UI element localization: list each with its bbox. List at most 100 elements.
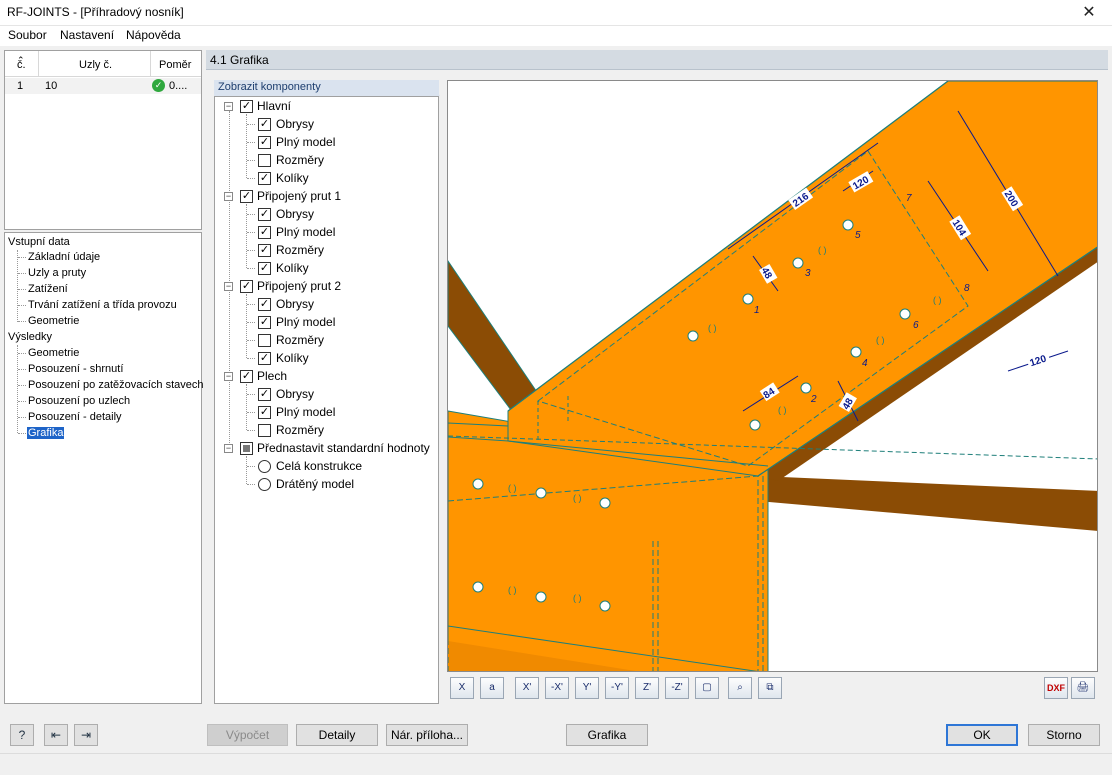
checkbox-plate-solid[interactable]: ✓ [258,406,271,419]
toolbar-button-view-x[interactable]: X' [515,677,539,699]
checkbox-member1-dimensions[interactable]: ✓ [258,244,271,257]
calculate-button[interactable]: Výpočet [207,724,288,746]
menu-settings[interactable]: Nastavení [60,28,114,42]
nav-group-input[interactable]: Vstupní data [8,236,70,248]
section-header: 4.1 Grafika [206,50,1108,70]
checkbox-main-dowels[interactable]: ✓ [258,172,271,185]
checkbox-member1[interactable]: ✓ [240,190,253,203]
toolbar-button-zoom[interactable]: ⌕ [728,677,752,699]
checkbox-member2-solid[interactable]: ✓ [258,316,271,329]
close-icon[interactable]: ✕ [1066,0,1112,26]
collapse-icon[interactable]: − [224,444,233,453]
toolbar-button-rendering[interactable]: X [450,677,474,699]
collapse-icon[interactable]: − [224,192,233,201]
main-solid-label: Plný model [276,135,336,149]
table-row[interactable]: 1 10 ✓ 0.... [5,78,201,94]
export-icon[interactable]: ⇥ [74,724,98,746]
checkbox-main[interactable]: ✓ [240,100,253,113]
collapse-icon[interactable]: − [224,102,233,111]
member2-outlines-label: Obrysy [276,297,315,311]
toolbar-button-view-minus-x[interactable]: -X' [545,677,569,699]
navigator-tree: Vstupní data Základní údaje Uzly a pruty… [4,232,204,704]
col-header-nodes[interactable]: Uzly č. [79,59,112,71]
member2-dimensions-label: Rozměry [276,333,325,347]
nav-item-geometry-results[interactable]: Geometrie [28,347,79,359]
wireframe-label: Drátěný model [276,477,355,491]
svg-text:( ): ( ) [933,295,942,305]
plate-dimensions-label: Rozměry [276,423,325,437]
menu-file[interactable]: Soubor [8,28,47,42]
pin-number-5: 5 [855,230,861,241]
member1-dowels-label: Kolíky [276,261,309,275]
graphics-button[interactable]: Grafika [566,724,648,746]
nav-item-loads[interactable]: Zatížení [28,283,68,295]
checkbox-main-solid[interactable]: ✓ [258,136,271,149]
checkbox-plate-outlines[interactable]: ✓ [258,388,271,401]
nav-item-load-duration[interactable]: Trvání zatížení a třída provozu [28,299,177,311]
menu-help[interactable]: Nápověda [126,28,181,42]
import-icon[interactable]: ⇤ [44,724,68,746]
ok-button[interactable]: OK [946,724,1018,746]
nav-item-design-by-loadcase[interactable]: Posouzení po zatěžovacích stavech [28,379,204,391]
collapse-icon[interactable]: − [224,282,233,291]
radio-whole-structure[interactable] [258,460,271,473]
checkbox-member2-dimensions[interactable] [258,334,271,347]
joint-3d-model[interactable]: ( ) ( ) ( ) ( ) ( ) ( ) ( ) ( ) ( ) 1 2 … [448,81,1098,672]
col-header-no[interactable]: č. [17,59,26,71]
title-bar: RF-JOINTS - [Příhradový nosník] ✕ [0,0,1112,26]
pin-number-6: 6 [913,320,919,331]
toolbar-button-view-y[interactable]: Y' [575,677,599,699]
checkbox-main-outlines[interactable]: ✓ [258,118,271,131]
checkbox-member2-dowels[interactable]: ✓ [258,352,271,365]
graphic-toolbar: X a X' -X' Y' -Y' Z' -Z' ▢ ⌕ ⧉ DXF 🖨 [447,674,1098,704]
radio-wireframe[interactable] [258,478,271,491]
checkbox-member2-outlines[interactable]: ✓ [258,298,271,311]
graphic-view[interactable]: ( ) ( ) ( ) ( ) ( ) ( ) ( ) ( ) ( ) 1 2 … [447,80,1098,672]
checkbox-member1-solid[interactable]: ✓ [258,226,271,239]
cancel-button[interactable]: Storno [1028,724,1100,746]
toolbar-button-view-minus-y[interactable]: -Y' [605,677,629,699]
row-ratio: 0.... [169,80,188,92]
pin-number-3: 3 [805,268,811,279]
nav-item-basic-data[interactable]: Základní údaje [28,251,100,263]
svg-text:( ): ( ) [508,585,517,595]
nav-item-design-by-node[interactable]: Posouzení po uzlech [28,395,130,407]
node-table: ⌃ č. Uzly č. Poměr 1 10 ✓ 0.... [4,50,202,230]
print-icon[interactable]: 🖨 [1071,677,1095,699]
collapse-icon[interactable]: − [224,372,233,381]
nav-item-geometry-input[interactable]: Geometrie [28,315,79,327]
details-button[interactable]: Detaily [296,724,378,746]
toolbar-button-dxf[interactable]: DXF [1044,677,1068,699]
svg-text:( ): ( ) [573,593,582,603]
checkbox-defaults[interactable] [240,442,253,455]
row-nodes: 10 [45,80,58,92]
nav-item-graphics[interactable]: Grafika [27,427,65,439]
group-main-label: Hlavní [257,99,292,113]
national-annex-button[interactable]: Nár. příloha... [386,724,468,746]
member2-solid-label: Plný model [276,315,336,329]
checkbox-main-dimensions[interactable] [258,154,271,167]
checkbox-member1-outlines[interactable]: ✓ [258,208,271,221]
checkbox-plate-dimensions[interactable] [258,424,271,437]
nav-group-results[interactable]: Výsledky [8,331,52,343]
toolbar-button-view-z[interactable]: Z' [635,677,659,699]
toolbar-button-labels[interactable]: a [480,677,504,699]
toolbar-button-isometric[interactable]: ▢ [695,677,719,699]
toolbar-button-copy[interactable]: ⧉ [758,677,782,699]
svg-text:( ): ( ) [573,493,582,503]
whole-structure-label: Celá konstrukce [276,459,363,473]
checkbox-member2[interactable]: ✓ [240,280,253,293]
pin-number-2: 2 [810,394,817,405]
toolbar-button-view-minus-z[interactable]: -Z' [665,677,689,699]
plate-outlines-label: Obrysy [276,387,315,401]
checkbox-plate[interactable]: ✓ [240,370,253,383]
nav-item-design-summary[interactable]: Posouzení - shrnutí [28,363,123,375]
help-icon[interactable]: ? [10,724,34,746]
nav-item-design-details[interactable]: Posouzení - detaily [28,411,122,423]
nav-item-nodes-members[interactable]: Uzly a pruty [28,267,86,279]
member1-outlines-label: Obrysy [276,207,315,221]
checkbox-member1-dowels[interactable]: ✓ [258,262,271,275]
col-header-ratio[interactable]: Poměr [159,59,191,71]
svg-text:( ): ( ) [708,323,717,333]
svg-text:( ): ( ) [818,245,827,255]
